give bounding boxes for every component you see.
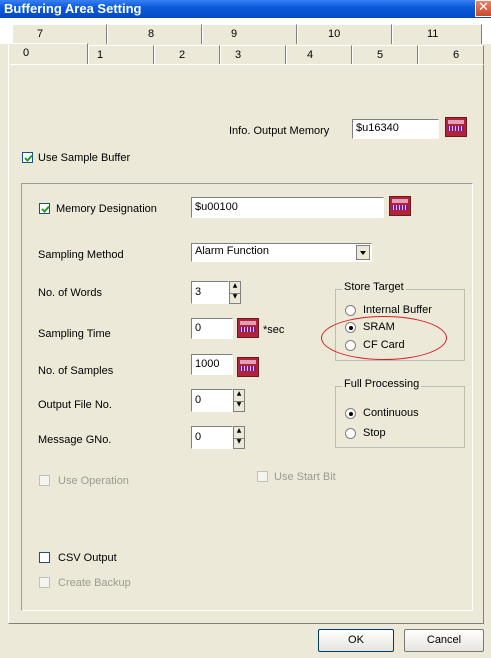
use-sample-buffer-checkbox[interactable] — [22, 152, 33, 163]
tab-0[interactable]: 0 — [8, 43, 88, 65]
full-processing-stop-label: Stop — [363, 427, 386, 439]
tab-1[interactable]: 1 — [88, 45, 154, 65]
full-processing-stop-radio[interactable] — [345, 428, 356, 439]
spin-down-icon[interactable]: ▼ — [230, 293, 240, 304]
check-mark-icon — [41, 205, 50, 213]
tab-5[interactable]: 5 — [352, 45, 418, 65]
spin-up-icon[interactable]: ▲ — [234, 390, 244, 402]
tab-2[interactable]: 2 — [154, 45, 220, 65]
output-file-no-field[interactable]: 0 — [191, 389, 233, 412]
sampling-time-label: Sampling Time — [38, 328, 111, 340]
memory-picker-icon[interactable] — [389, 196, 411, 216]
spin-up-icon[interactable]: ▲ — [230, 282, 240, 294]
info-output-memory-field[interactable]: $u16340 — [352, 119, 439, 139]
spin-up-icon[interactable]: ▲ — [234, 427, 244, 439]
store-target-internal-buffer-radio[interactable] — [345, 305, 356, 316]
close-icon: ✕ — [478, 0, 489, 15]
tab-7[interactable]: 7 — [12, 24, 107, 44]
memory-designation-label: Memory Designation — [56, 203, 157, 215]
message-gno-spinner[interactable]: ▲ ▼ — [233, 426, 245, 449]
spin-down-icon[interactable]: ▼ — [234, 438, 244, 449]
full-processing-title: Full Processing — [342, 378, 422, 391]
use-start-bit-label: Use Start Bit — [274, 471, 336, 483]
window-title: Buffering Area Setting — [4, 1, 142, 16]
store-target-internal-buffer-label: Internal Buffer — [363, 304, 432, 316]
csv-output-label: CSV Output — [58, 552, 117, 564]
tab-3[interactable]: 3 — [220, 45, 286, 65]
info-output-memory-label: Info. Output Memory — [229, 125, 330, 137]
create-backup-label: Create Backup — [58, 577, 131, 589]
tab-9[interactable]: 9 — [202, 24, 297, 44]
sampling-method-select[interactable]: Alarm Function — [191, 243, 372, 262]
tab-10[interactable]: 10 — [297, 24, 392, 44]
no-of-words-spinner[interactable]: ▲ ▼ — [229, 281, 241, 304]
check-mark-icon — [24, 154, 33, 162]
memory-designation-checkbox[interactable] — [39, 203, 50, 214]
no-of-words-label: No. of Words — [38, 287, 102, 299]
create-backup-checkbox[interactable] — [39, 577, 50, 588]
sampling-time-field[interactable]: 0 — [191, 318, 233, 339]
memory-designation-field[interactable]: $u00100 — [191, 197, 384, 218]
memory-picker-icon[interactable] — [445, 117, 467, 137]
cancel-button[interactable]: Cancel — [404, 629, 484, 652]
csv-output-checkbox[interactable] — [39, 552, 50, 563]
sampling-method-value: Alarm Function — [195, 245, 269, 257]
close-button[interactable]: ✕ — [475, 0, 491, 17]
tab-4[interactable]: 4 — [286, 45, 352, 65]
no-of-samples-field[interactable]: 1000 — [191, 354, 233, 375]
ok-button[interactable]: OK — [318, 629, 394, 652]
store-target-title: Store Target — [342, 281, 406, 294]
spin-down-icon[interactable]: ▼ — [234, 401, 244, 412]
use-sample-buffer-label: Use Sample Buffer — [38, 152, 131, 164]
use-operation-checkbox[interactable] — [39, 475, 50, 486]
sampling-method-label: Sampling Method — [38, 249, 124, 261]
full-processing-continuous-radio[interactable] — [345, 408, 356, 419]
message-gno-field[interactable]: 0 — [191, 426, 233, 449]
message-gno-label: Message GNo. — [38, 434, 112, 446]
no-of-samples-label: No. of Samples — [38, 365, 114, 377]
full-processing-continuous-label: Continuous — [363, 407, 419, 419]
output-file-no-label: Output File No. — [38, 399, 112, 411]
tab-6[interactable]: 6 — [418, 45, 484, 65]
memory-picker-icon[interactable] — [237, 318, 259, 338]
dropdown-arrow-icon[interactable] — [356, 245, 370, 260]
memory-picker-icon[interactable] — [237, 357, 259, 377]
use-operation-label: Use Operation — [58, 475, 129, 487]
highlight-ellipse — [321, 316, 447, 360]
sampling-time-unit: *sec — [263, 324, 285, 336]
no-of-words-field[interactable]: 3 — [191, 281, 229, 304]
tab-11[interactable]: 11 — [392, 24, 482, 44]
use-start-bit-checkbox[interactable] — [257, 471, 268, 482]
tab-8[interactable]: 8 — [107, 24, 202, 44]
output-file-no-spinner[interactable]: ▲ ▼ — [233, 389, 245, 412]
